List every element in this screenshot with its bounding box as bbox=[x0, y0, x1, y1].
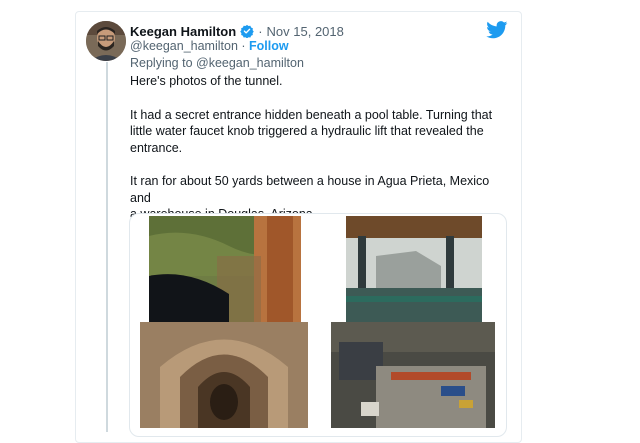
author-name[interactable]: Keegan Hamilton bbox=[130, 24, 236, 39]
thread-line bbox=[106, 62, 108, 432]
author-row: Keegan Hamilton · Nov 15, 2018 bbox=[130, 22, 344, 40]
tweet-paragraph: Here's photos of the tunnel. bbox=[130, 74, 283, 88]
photo-aerial-view[interactable] bbox=[331, 322, 495, 428]
handle-row: @keegan_hamilton · Follow bbox=[130, 39, 289, 53]
tweet-paragraph: It had a secret entrance hidden beneath … bbox=[130, 107, 493, 155]
tweet-date[interactable]: Nov 15, 2018 bbox=[267, 24, 344, 39]
follow-button[interactable]: Follow bbox=[249, 39, 289, 53]
handle-separator: · bbox=[237, 39, 250, 53]
replying-to-label: Replying to bbox=[130, 56, 197, 70]
avatar[interactable] bbox=[86, 21, 126, 61]
date-separator: · bbox=[258, 23, 263, 39]
author-handle[interactable]: @keegan_hamilton bbox=[130, 39, 238, 53]
twitter-bird-icon[interactable] bbox=[486, 21, 508, 39]
photo-tunnel-interior[interactable] bbox=[140, 322, 308, 428]
photo-hydraulic-lift[interactable] bbox=[346, 216, 482, 322]
replying-to-mention[interactable]: @keegan_hamilton bbox=[196, 56, 304, 70]
verified-badge-icon bbox=[240, 24, 254, 38]
replying-to-row: Replying to @keegan_hamilton bbox=[130, 56, 304, 70]
photo-pool-table-entrance[interactable] bbox=[149, 216, 301, 322]
media-grid bbox=[129, 213, 507, 437]
